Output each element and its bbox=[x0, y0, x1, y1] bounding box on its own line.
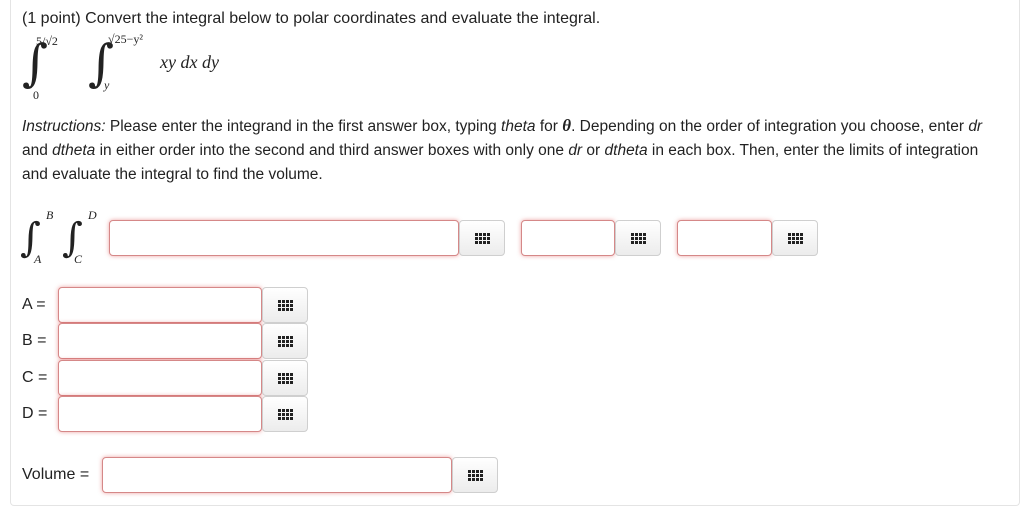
limit-B-row-label: B = bbox=[22, 332, 47, 349]
limit-B-label: B bbox=[46, 208, 54, 222]
limit-B-equation-editor-button[interactable] bbox=[262, 323, 308, 359]
dtheta-word: dtheta bbox=[604, 142, 648, 159]
limit-D-input[interactable] bbox=[58, 396, 262, 432]
instructions: Instructions: Please enter the integrand… bbox=[22, 114, 1007, 187]
limit-C-label: C bbox=[74, 252, 83, 266]
limit-A-equation-editor-button[interactable] bbox=[262, 287, 308, 323]
inner-lower-limit: y bbox=[104, 78, 110, 92]
volume-input[interactable] bbox=[102, 457, 452, 493]
grid-icon bbox=[277, 299, 293, 311]
limit-A-input[interactable] bbox=[58, 287, 262, 323]
integrand-equation-editor-button[interactable] bbox=[459, 220, 505, 256]
dtheta-word: dtheta bbox=[52, 142, 96, 159]
instructions-text: for bbox=[535, 118, 563, 135]
differential-1-input[interactable] bbox=[521, 220, 615, 256]
instructions-text: and bbox=[22, 142, 53, 159]
grid-icon bbox=[787, 232, 803, 244]
limit-D-row-label: D = bbox=[22, 405, 48, 422]
volume-label: Volume = bbox=[22, 466, 90, 483]
grid-icon bbox=[474, 232, 490, 244]
grid-icon bbox=[277, 408, 293, 420]
instructions-text: in either order into the second and thir… bbox=[95, 142, 569, 159]
dr-word: dr bbox=[568, 142, 583, 159]
instructions-label: Instructions: bbox=[22, 118, 106, 135]
limit-C-equation-editor-button[interactable] bbox=[262, 360, 308, 396]
integrand-input[interactable] bbox=[109, 220, 459, 256]
limit-D-label: D bbox=[88, 208, 97, 222]
grid-icon bbox=[630, 232, 646, 244]
inner-upper-limit: √25−y² bbox=[108, 32, 143, 46]
dr-word: dr bbox=[968, 118, 983, 135]
theta-symbol: θ bbox=[562, 116, 572, 135]
instructions-text: or bbox=[582, 142, 605, 159]
theta-word: theta bbox=[501, 118, 536, 135]
grid-icon bbox=[277, 372, 293, 384]
volume-equation-editor-button[interactable] bbox=[452, 457, 498, 493]
grid-icon bbox=[277, 335, 293, 347]
given-integrand: xy dx dy bbox=[160, 52, 219, 72]
limit-C-input[interactable] bbox=[58, 360, 262, 396]
differential-2-input[interactable] bbox=[677, 220, 772, 256]
problem-statement: (1 point) Convert the integral below to … bbox=[22, 10, 600, 28]
limit-A-row-label: A = bbox=[22, 296, 46, 313]
instructions-text: . Depending on the order of integration … bbox=[571, 118, 969, 135]
problem-question: Convert the integral below to polar coor… bbox=[85, 10, 601, 27]
limit-B-input[interactable] bbox=[58, 323, 262, 359]
outer-upper-limit: 5/√2 bbox=[36, 34, 58, 48]
problem-points: (1 point) bbox=[22, 10, 81, 27]
outer-lower-limit: 0 bbox=[33, 88, 39, 102]
instructions-text: Please enter the integrand in the first … bbox=[105, 118, 502, 135]
differential-2-equation-editor-button[interactable] bbox=[772, 220, 818, 256]
limit-A-label: A bbox=[34, 252, 42, 266]
limit-C-row-label: C = bbox=[22, 369, 48, 386]
grid-icon bbox=[467, 469, 483, 481]
limit-D-equation-editor-button[interactable] bbox=[262, 396, 308, 432]
differential-1-equation-editor-button[interactable] bbox=[615, 220, 661, 256]
